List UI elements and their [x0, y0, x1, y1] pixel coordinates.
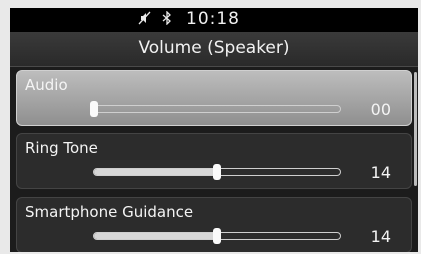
volume-slider-track[interactable]: [90, 101, 341, 117]
bluetooth-icon: [162, 10, 172, 29]
item-label: Ring Tone: [25, 139, 98, 157]
mute-icon: [138, 11, 152, 29]
status-bar: 10:18: [10, 8, 418, 32]
volume-slider-track[interactable]: [93, 164, 341, 180]
volume-item-ring-tone[interactable]: Ring Tone 14: [16, 133, 412, 189]
volume-slider-thumb[interactable]: [213, 164, 221, 180]
volume-item-audio[interactable]: Audio 00: [16, 70, 412, 126]
volume-slider-thumb[interactable]: [213, 228, 221, 244]
page-title: Volume (Speaker): [138, 38, 290, 58]
volume-value: 14: [370, 163, 391, 182]
volume-list: Audio 00 Ring Tone 14 Smartphone Guidanc…: [16, 70, 412, 252]
volume-value: 00: [370, 100, 391, 119]
status-icons: [138, 10, 172, 29]
item-label: Smartphone Guidance: [25, 203, 194, 221]
volume-value: 14: [370, 227, 391, 246]
scrollbar[interactable]: [414, 72, 417, 186]
volume-slider-fill: [94, 169, 217, 175]
clock: 10:18: [186, 9, 240, 29]
screen: 10:18 Volume (Speaker) Audio 00 Ring Ton…: [10, 8, 418, 252]
volume-item-smartphone-guidance[interactable]: Smartphone Guidance 14: [16, 197, 412, 252]
title-bar: Volume (Speaker): [10, 32, 418, 67]
volume-slider-track[interactable]: [93, 228, 341, 244]
volume-slider-fill: [94, 233, 217, 239]
item-label: Audio: [25, 76, 68, 94]
volume-slider-thumb[interactable]: [90, 101, 98, 117]
